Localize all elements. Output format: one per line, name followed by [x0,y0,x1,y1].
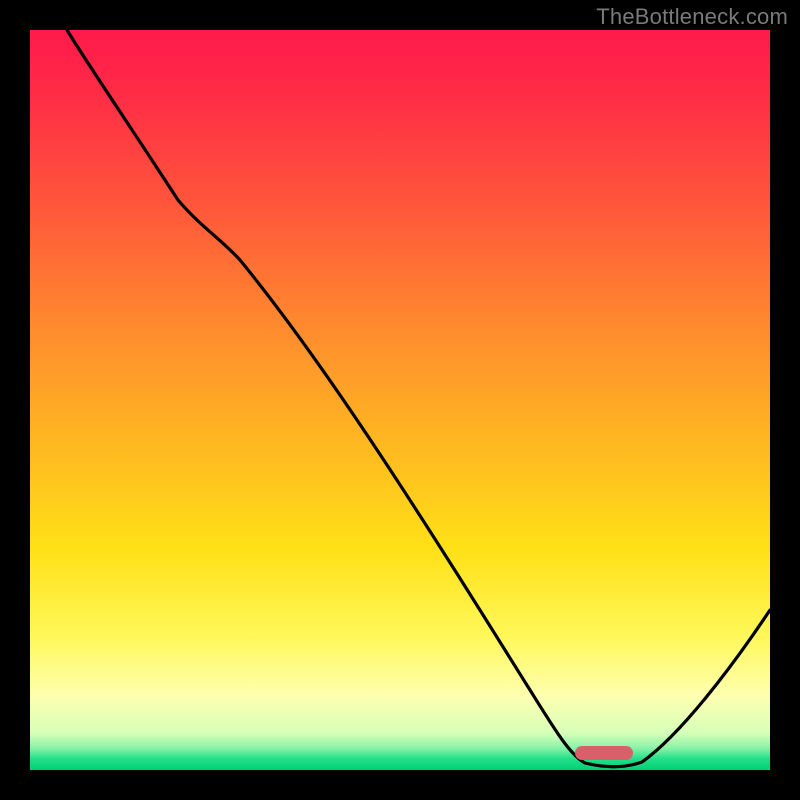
watermark-text: TheBottleneck.com [596,4,788,30]
chart-frame: TheBottleneck.com [0,0,800,800]
plot-area [30,30,770,770]
bottleneck-curve [30,30,770,770]
optimum-marker [575,746,633,760]
